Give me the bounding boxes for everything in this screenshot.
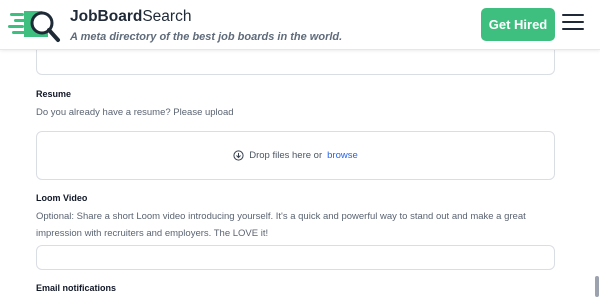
resume-label: Resume	[36, 89, 72, 99]
download-circle-icon	[233, 150, 244, 161]
loom-video-label: Loom Video	[36, 193, 88, 203]
menu-bar	[562, 28, 584, 30]
dropzone-text: Drop files here or	[249, 150, 323, 161]
get-hired-button[interactable]: Get Hired	[481, 8, 555, 41]
brand-tagline: A meta directory of the best job boards …	[70, 31, 343, 43]
hamburger-menu-icon[interactable]	[562, 14, 584, 34]
loom-description-line-2: impression with recruiters and employers…	[36, 228, 269, 239]
scrollbar-thumb[interactable]	[595, 276, 599, 297]
site-header: JobBoardSearch A meta directory of the b…	[0, 0, 600, 50]
loom-video-input[interactable]	[36, 245, 555, 270]
menu-bar	[562, 14, 584, 16]
brand-name-rest: Search	[142, 8, 192, 25]
browse-link[interactable]: browse	[327, 150, 358, 161]
loom-video-description: Optional: Share a short Loom video intro…	[36, 208, 576, 242]
scrollbar-track[interactable]	[594, 50, 600, 297]
brand-name[interactable]: JobBoardSearch	[70, 8, 191, 26]
menu-bar	[562, 21, 584, 23]
brand-name-bold: JobBoard	[70, 8, 143, 25]
resume-dropzone[interactable]: Drop files here or browse	[36, 131, 555, 180]
email-notifications-label: Email notifications	[36, 283, 117, 293]
loom-description-line-1: Optional: Share a short Loom video intro…	[36, 211, 526, 222]
logo-magnifier-icon[interactable]	[8, 7, 64, 45]
resume-description: Do you already have a resume? Please upl…	[36, 107, 234, 118]
